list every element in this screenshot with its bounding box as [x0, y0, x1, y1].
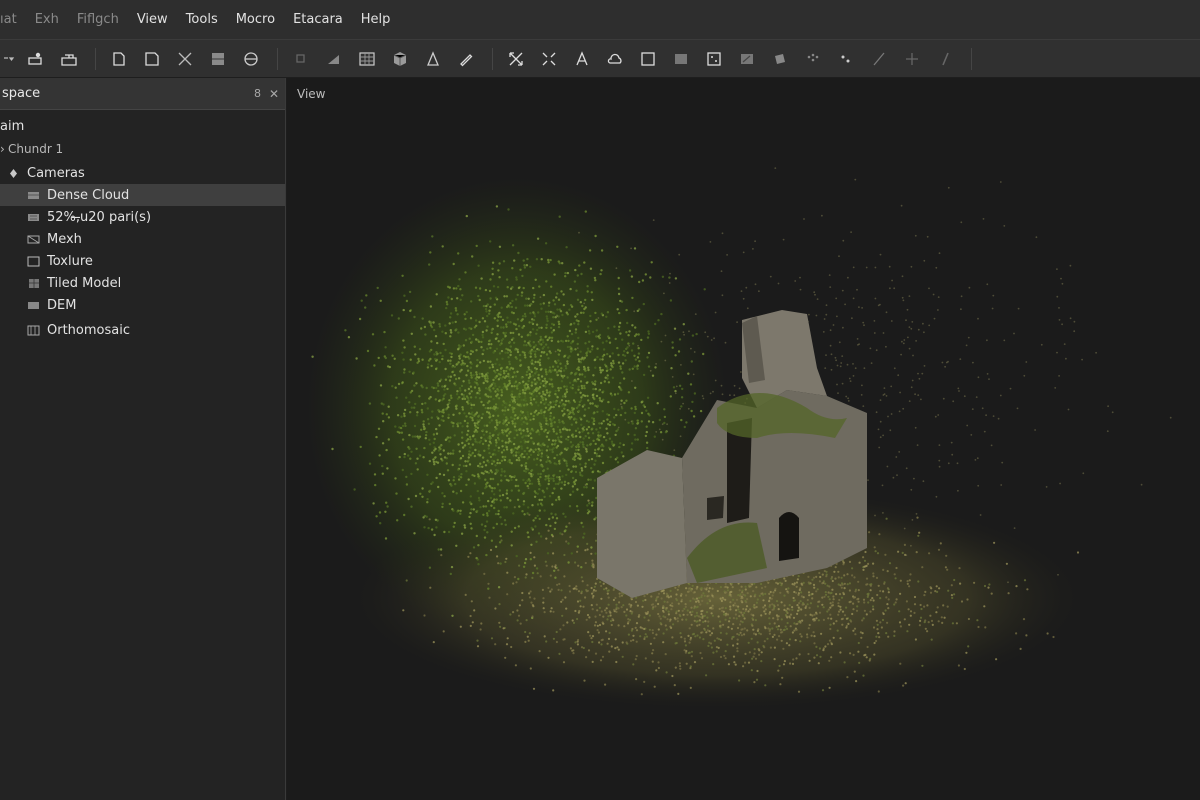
toolbar-separator — [95, 47, 96, 70]
add-folder-icon[interactable] — [54, 45, 84, 73]
menu-tools[interactable]: Tools — [186, 12, 218, 27]
tree-item-label: Tiled Model — [47, 275, 122, 291]
toolbar-separator — [492, 47, 493, 70]
orthomosaic-icon — [26, 324, 40, 336]
workspace-tree: aim › Chundr 1 Cameras Dense Cloud 52%,̶… — [0, 110, 285, 341]
tree-item-dem[interactable]: DEM — [0, 294, 285, 316]
dense-cloud-icon — [26, 189, 40, 201]
mesh-icon — [26, 233, 40, 245]
menu-bar: ıat Exh Fiflgch View Tools Mocro Etacara… — [0, 0, 1200, 40]
cursor-icon[interactable] — [418, 45, 448, 73]
tree-item-mesh[interactable]: Mexh — [0, 228, 285, 250]
point-cloud-scene[interactable] — [287, 78, 1200, 800]
tree-item-label: Dense Cloud — [47, 187, 130, 203]
pin-panel-button[interactable]: 8 — [254, 87, 261, 100]
menu-view[interactable]: View — [137, 12, 168, 27]
export-icon[interactable] — [203, 45, 233, 73]
tree-item-label: Orthomosaic — [47, 322, 130, 338]
tree-item-label: 52%,̶u20 pari(s) — [47, 209, 152, 225]
texture-icon — [26, 255, 40, 267]
menu-workflow[interactable]: Fiflgch — [77, 12, 119, 27]
menu-edit[interactable]: Exh — [35, 12, 59, 27]
workspace-title: space — [2, 86, 41, 101]
menu-macro[interactable]: Mocro — [236, 12, 275, 27]
open-icon[interactable] — [104, 45, 134, 73]
cube-icon[interactable] — [385, 45, 415, 73]
chunk-expand-icon[interactable]: › — [0, 142, 8, 156]
tree-item-tiled-model[interactable]: Tiled Model — [0, 272, 285, 294]
line-icon[interactable] — [864, 45, 894, 73]
chunk-row[interactable]: › Chundr 1 — [0, 138, 285, 160]
dice-icon[interactable] — [699, 45, 729, 73]
tree-item-points[interactable]: 52%,̶u20 pari(s) — [0, 206, 285, 228]
tree-item-dense-cloud[interactable]: Dense Cloud — [0, 184, 285, 206]
chunk-label: Chundr 1 — [8, 142, 64, 156]
workspace-header: space 8 ✕ — [0, 78, 285, 110]
tile-icon[interactable] — [765, 45, 795, 73]
frame-icon[interactable] — [633, 45, 663, 73]
ruler-icon[interactable] — [319, 45, 349, 73]
tree-item-label: Mexh — [47, 231, 82, 247]
viewport-label: View — [297, 87, 326, 101]
menu-extra[interactable]: Etacara — [293, 12, 343, 27]
tree-item-label: Toxlure — [47, 253, 93, 269]
dots-icon[interactable] — [831, 45, 861, 73]
toolbar-separator — [277, 47, 278, 70]
tree-item-label: Cameras — [27, 165, 85, 181]
image-icon[interactable] — [666, 45, 696, 73]
crop-icon[interactable] — [170, 45, 200, 73]
close-panel-button[interactable]: ✕ — [269, 87, 279, 101]
tree-item-orthomosaic[interactable]: Orthomosaic — [0, 319, 285, 341]
camera-diamond-icon — [6, 167, 20, 179]
tree-item-cameras[interactable]: Cameras — [0, 162, 285, 184]
expand-icon[interactable] — [501, 45, 531, 73]
menu-help[interactable]: Help — [361, 12, 391, 27]
undo-icon[interactable] — [286, 45, 316, 73]
tree-item-texture[interactable]: Toxlure — [0, 250, 285, 272]
pencil-icon[interactable] — [451, 45, 481, 73]
toolbar-separator — [971, 47, 972, 70]
region-icon[interactable] — [236, 45, 266, 73]
tree-item-label: DEM — [47, 297, 77, 313]
save-icon[interactable] — [137, 45, 167, 73]
project-label: aim — [0, 118, 25, 134]
fit-icon[interactable] — [534, 45, 564, 73]
add-photos-icon[interactable] — [21, 45, 51, 73]
person-icon[interactable] — [567, 45, 597, 73]
points-icon[interactable] — [798, 45, 828, 73]
menu-file[interactable]: ıat — [0, 12, 17, 27]
cloud-icon[interactable] — [600, 45, 630, 73]
grid-icon[interactable] — [352, 45, 382, 73]
workspace-panel: space 8 ✕ aim › Chundr 1 Cameras Dense C… — [0, 78, 286, 800]
model-viewport[interactable]: View — [287, 78, 1200, 800]
chart-icon[interactable] — [732, 45, 762, 73]
brush-icon[interactable] — [930, 45, 960, 73]
toolbar — [0, 40, 1200, 78]
dem-icon — [26, 299, 40, 311]
tiled-model-icon — [26, 277, 40, 289]
point-cloud-icon — [26, 211, 40, 223]
move-icon[interactable] — [897, 45, 927, 73]
project-row[interactable]: aim — [0, 114, 285, 138]
dropdown-icon[interactable] — [0, 45, 18, 73]
